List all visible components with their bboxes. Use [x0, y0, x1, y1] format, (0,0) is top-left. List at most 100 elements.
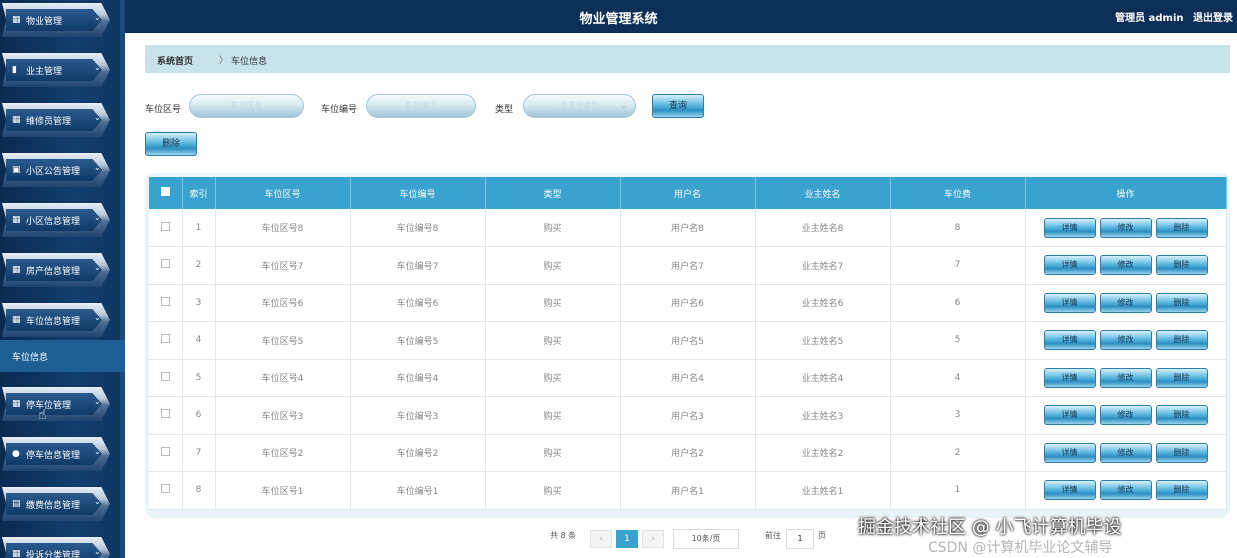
breadcrumb-home[interactable]: 系统首页	[157, 54, 193, 67]
cell-actions: 详情 修改 删除	[1025, 471, 1227, 510]
data-table-container: 索引 车位区号 车位编号 类型 用户名 业主姓名 车位费 操作 1 车位区号8 车位…	[145, 173, 1230, 518]
cell-user: 用户名1	[620, 471, 756, 510]
cell-actions: 详情 修改 删除	[1025, 396, 1227, 435]
edit-button[interactable]: 修改	[1099, 480, 1152, 501]
area-filter-input[interactable]: 车位区号	[189, 94, 304, 118]
chevron-down-icon: ⌄	[94, 397, 101, 406]
detail-button[interactable]: 详情	[1043, 330, 1096, 351]
pagination-next-button[interactable]: ›	[642, 530, 664, 548]
cell-index: 7	[182, 434, 216, 472]
sidebar-item[interactable]: ▦ 车位信息管理 ⌄	[0, 303, 112, 337]
cell-index: 6	[182, 396, 216, 435]
cell-owner: 业主姓名4	[755, 359, 891, 397]
table-row: 8 车位区号1 车位编号1 购买 用户名1 业主姓名1 1 详情 修改 删除	[149, 471, 1227, 510]
cell-user: 用户名8	[620, 209, 756, 247]
row-select-cell	[149, 321, 183, 360]
edit-button[interactable]: 修改	[1099, 330, 1152, 351]
cell-owner: 业主姓名7	[755, 246, 891, 285]
edit-button[interactable]: 修改	[1099, 367, 1152, 388]
row-checkbox[interactable]	[160, 371, 170, 381]
breadcrumb: 系统首页 〉 车位信息	[145, 45, 1230, 73]
col-header-index: 索引	[182, 177, 216, 209]
detail-button[interactable]: 详情	[1043, 217, 1096, 238]
sidebar-subitem-parking-info[interactable]: 车位信息	[0, 340, 125, 372]
sidebar-item[interactable]: ▮ 业主管理 ⌄	[0, 53, 112, 87]
sidebar-item[interactable]: ▣ 小区公告管理 ⌄	[0, 153, 112, 187]
cell-user: 用户名3	[620, 396, 756, 435]
code-filter-input[interactable]: 车位编号	[366, 94, 476, 118]
csdn-watermark: CSDN @计算机毕业论文辅导	[928, 540, 1113, 556]
sidebar-item-label: 车位信息管理	[26, 317, 81, 327]
page-size-select[interactable]: 10条/页	[673, 529, 739, 549]
cell-actions: 详情 修改 删除	[1025, 209, 1227, 247]
pagination-page-1[interactable]: 1	[616, 530, 638, 548]
edit-button[interactable]: 修改	[1099, 442, 1152, 463]
sidebar-item[interactable]: ● 停车信息管理 ⌄	[0, 437, 112, 471]
chevron-down-icon: ⌄	[94, 447, 101, 456]
chevron-down-icon: ⌄	[94, 213, 101, 222]
row-checkbox[interactable]	[160, 409, 170, 419]
pagination-goto-label: 前往	[765, 531, 781, 540]
cell-user: 用户名5	[620, 321, 756, 360]
pagination-goto-input[interactable]: 1	[786, 529, 814, 549]
cell-type: 购买	[485, 396, 621, 435]
col-header-owner: 业主姓名	[755, 177, 891, 209]
cell-area: 车位区号3	[215, 396, 351, 435]
edit-button[interactable]: 修改	[1099, 217, 1152, 238]
row-select-cell	[149, 396, 183, 435]
row-checkbox[interactable]	[160, 446, 170, 456]
batch-delete-button[interactable]: 删除	[145, 132, 197, 156]
row-select-cell	[149, 359, 183, 397]
chevron-down-icon: ⌄	[620, 101, 627, 110]
sidebar-item[interactable]: ▤ 缴费信息管理 ⌄	[0, 487, 112, 521]
detail-button[interactable]: 详情	[1043, 367, 1096, 388]
grid-icon: ▦	[12, 549, 21, 558]
detail-button[interactable]: 详情	[1043, 480, 1096, 501]
bar-icon: ▮	[12, 65, 17, 75]
edit-button[interactable]: 修改	[1099, 255, 1152, 276]
sidebar-item[interactable]: ▦ 维修员管理 ⌄	[0, 103, 112, 137]
delete-button[interactable]: 删除	[1155, 367, 1208, 388]
delete-button[interactable]: 删除	[1155, 442, 1208, 463]
cell-area: 车位区号7	[215, 246, 351, 285]
delete-button[interactable]: 删除	[1155, 217, 1208, 238]
pagination-prev-button[interactable]: ‹	[590, 530, 612, 548]
delete-button[interactable]: 删除	[1155, 480, 1208, 501]
edit-button[interactable]: 修改	[1099, 292, 1152, 313]
cell-type: 购买	[485, 471, 621, 510]
detail-button[interactable]: 详情	[1043, 442, 1096, 463]
sidebar-item[interactable]: ▦ 停车位管理 ⌄	[0, 387, 112, 421]
cell-actions: 详情 修改 删除	[1025, 359, 1227, 397]
grid-icon: ▦	[12, 399, 21, 409]
delete-button[interactable]: 删除	[1155, 330, 1208, 351]
row-select-cell	[149, 246, 183, 285]
delete-button[interactable]: 删除	[1155, 292, 1208, 313]
delete-button[interactable]: 删除	[1155, 405, 1208, 426]
select-all-cell	[149, 177, 183, 209]
sidebar-item-label: 停车信息管理	[26, 451, 81, 461]
row-checkbox[interactable]	[160, 259, 170, 269]
cell-owner: 业主姓名5	[755, 321, 891, 360]
edit-button[interactable]: 修改	[1099, 405, 1152, 426]
row-checkbox[interactable]	[160, 334, 170, 344]
detail-button[interactable]: 详情	[1043, 292, 1096, 313]
row-checkbox[interactable]	[160, 484, 170, 494]
pagination-total: 共 8 条	[550, 531, 577, 540]
detail-button[interactable]: 详情	[1043, 405, 1096, 426]
sidebar-item[interactable]: ▦ 小区信息管理 ⌄	[0, 203, 112, 237]
cell-owner: 业主姓名6	[755, 284, 891, 322]
table-row: 4 车位区号5 车位编号5 购买 用户名5 业主姓名5 5 详情 修改 删除	[149, 321, 1227, 360]
row-checkbox[interactable]	[160, 296, 170, 306]
cell-actions: 详情 修改 删除	[1025, 246, 1227, 285]
logout-link[interactable]: 退出登录	[1193, 13, 1233, 24]
row-checkbox[interactable]	[160, 221, 170, 231]
type-filter-select[interactable]: 请选择类型 ⌄	[523, 94, 636, 118]
search-button[interactable]: 查询	[652, 94, 704, 118]
row-select-cell	[149, 284, 183, 322]
detail-button[interactable]: 详情	[1043, 255, 1096, 276]
cell-code: 车位编号1	[350, 471, 486, 510]
sidebar-item[interactable]: ▦ 投诉分类管理 ⌄	[0, 537, 112, 558]
sidebar-item[interactable]: ▦ 房产信息管理 ⌄	[0, 253, 112, 287]
select-all-checkbox[interactable]	[160, 187, 170, 196]
delete-button[interactable]: 删除	[1155, 255, 1208, 276]
